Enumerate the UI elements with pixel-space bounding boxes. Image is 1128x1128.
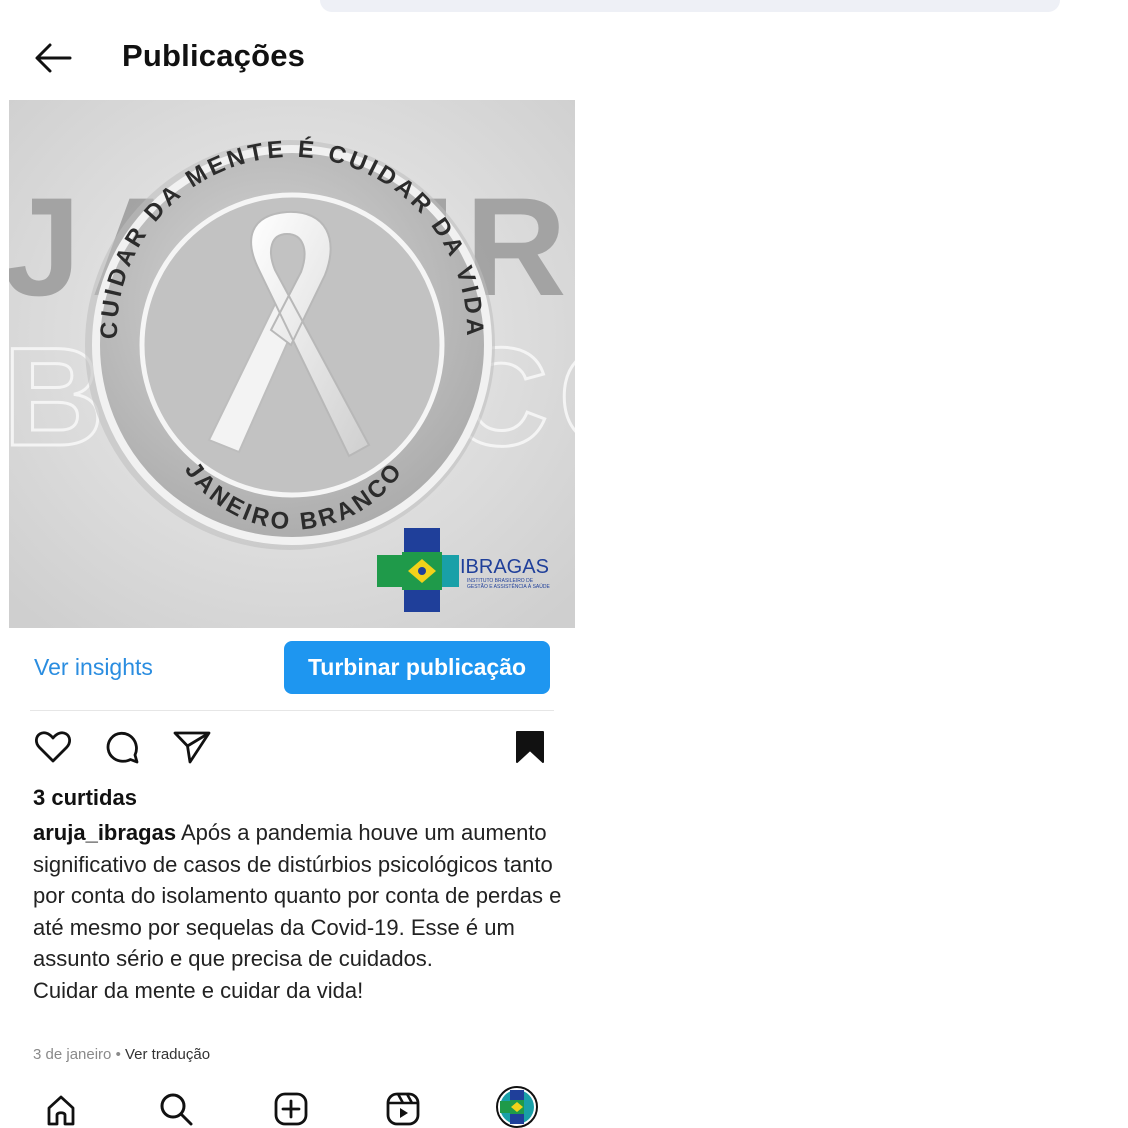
heart-icon xyxy=(34,731,72,763)
nav-reels[interactable] xyxy=(386,1092,420,1128)
reels-icon xyxy=(386,1092,420,1126)
like-button[interactable] xyxy=(34,730,72,769)
caption-username[interactable]: aruja_ibragas xyxy=(33,820,176,845)
create-icon xyxy=(274,1092,308,1126)
arrow-left-icon xyxy=(35,43,72,73)
save-button[interactable] xyxy=(514,730,546,769)
profile-avatar xyxy=(496,1086,538,1128)
divider xyxy=(30,710,554,711)
top-tint xyxy=(320,0,1060,12)
nav-profile[interactable] xyxy=(495,1086,539,1128)
back-button[interactable] xyxy=(32,40,74,76)
home-icon xyxy=(47,1095,75,1126)
nav-home[interactable] xyxy=(46,1094,76,1128)
logo-name: IBRAGAS xyxy=(460,556,549,578)
logo-tagline-2: GESTÃO E ASSISTÊNCIA À SAÚDE xyxy=(467,582,550,590)
see-translation-link[interactable]: Ver tradução xyxy=(125,1046,210,1063)
post-date: 3 de janeiro xyxy=(33,1046,112,1063)
post-image[interactable]: JANEIRO BRANCO CUIDAR DA MENTE É CUIDAR … xyxy=(9,100,575,628)
meta-separator: • xyxy=(111,1046,125,1063)
caption-text-line2: Cuidar da mente e cuidar da vida! xyxy=(33,977,364,1003)
share-button[interactable] xyxy=(173,730,211,769)
send-icon xyxy=(173,731,211,764)
page-title: Publicações xyxy=(122,38,306,73)
janeiro-branco-artwork: JANEIRO BRANCO CUIDAR DA MENTE É CUIDAR … xyxy=(9,100,575,628)
bottom-nav xyxy=(0,1080,580,1128)
bookmark-icon xyxy=(516,731,544,763)
nav-search[interactable] xyxy=(159,1092,193,1128)
nav-create[interactable] xyxy=(274,1092,308,1128)
header: Publicações xyxy=(0,30,580,86)
comment-icon xyxy=(106,731,139,764)
top-strip xyxy=(0,0,1128,14)
post-meta: 3 de janeiro • Ver tradução xyxy=(33,1046,210,1063)
view-insights-link[interactable]: Ver insights xyxy=(34,654,153,681)
post-caption: aruja_ibragas Após a pandemia houve um a… xyxy=(33,817,563,1007)
search-icon xyxy=(160,1093,193,1126)
likes-count[interactable]: 3 curtidas xyxy=(33,785,137,811)
comment-button[interactable] xyxy=(104,729,140,770)
boost-post-button[interactable]: Turbinar publicação xyxy=(284,641,550,694)
